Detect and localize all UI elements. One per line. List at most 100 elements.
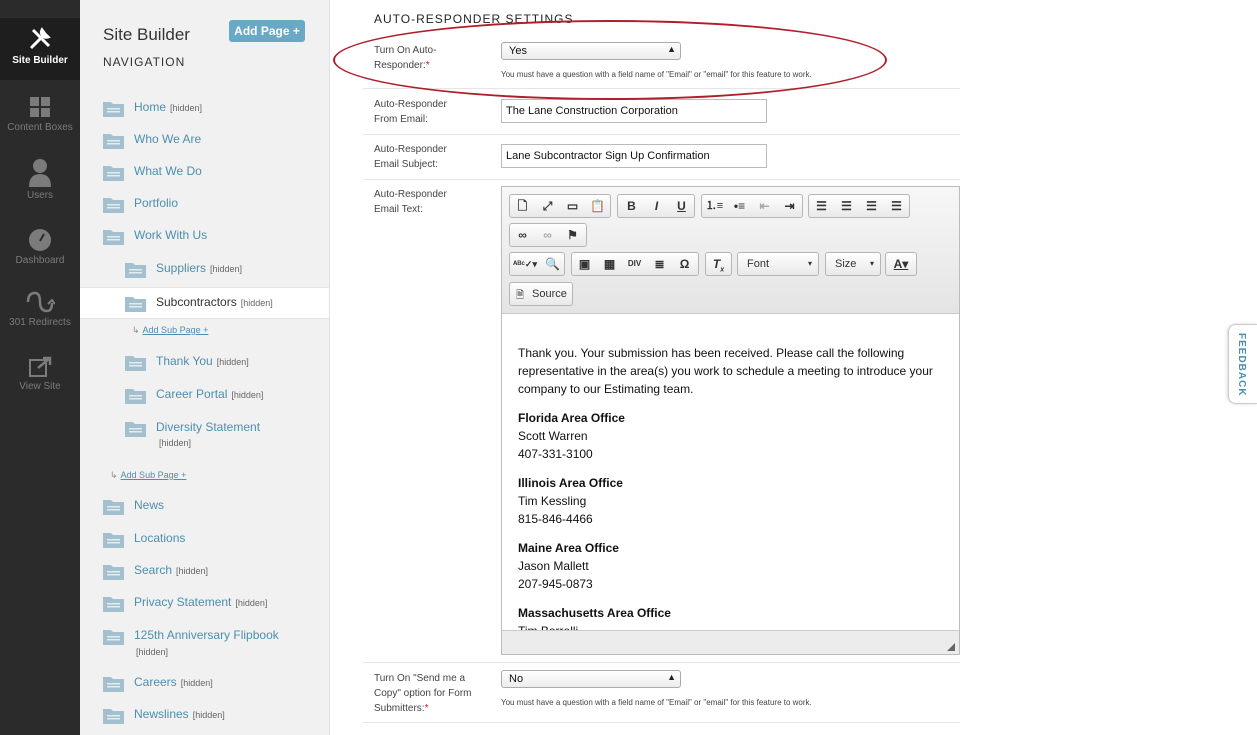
rail-item-view-site[interactable]: View Site	[0, 356, 80, 392]
align-left-icon[interactable]: ☰	[809, 195, 834, 217]
image-icon[interactable]: ▣	[572, 253, 597, 275]
align-center-icon[interactable]: ☰	[834, 195, 859, 217]
table-icon[interactable]: ▦	[597, 253, 622, 275]
bold-icon[interactable]: B	[619, 195, 644, 217]
nav-item-suppliers[interactable]: Suppliers [hidden]	[80, 254, 329, 284]
folder-icon	[103, 102, 124, 117]
divider	[363, 722, 960, 723]
nav-item-career-portal[interactable]: Career Portal [hidden]	[80, 380, 329, 410]
panel-title: Site Builder	[103, 25, 190, 44]
send-copy-select[interactable]: No ▲	[501, 670, 681, 688]
nav-item-label: Career Portal	[156, 387, 228, 401]
nav-item-label: Newslines	[134, 707, 189, 721]
nav-item-locations[interactable]: Locations	[80, 524, 329, 554]
email-subject-input[interactable]: Lane Subcontractor Sign Up Confirmation	[501, 144, 767, 168]
nav-item-careers[interactable]: Careers [hidden]	[80, 668, 329, 698]
nav-item-label: Work With Us	[134, 228, 208, 242]
add-page-button[interactable]: Add Page +	[229, 20, 305, 42]
hidden-badge: [hidden]	[235, 598, 268, 608]
source-icon: 🗎	[516, 290, 525, 301]
folder-icon	[103, 166, 124, 181]
nav-item-what-we-do[interactable]: What We Do	[80, 157, 329, 187]
folder-icon	[103, 500, 124, 515]
nav-item-125th-anniversary-flipbook[interactable]: 125th Anniversary Flipbook [hidden]	[80, 621, 329, 661]
rail-label: View Site	[19, 381, 61, 392]
align-right-icon[interactable]: ☰	[859, 195, 884, 217]
preview-icon[interactable]: ▭	[560, 195, 585, 217]
bulleted-list-icon[interactable]: •≡	[727, 195, 752, 217]
nav-item-search[interactable]: Search [hidden]	[80, 556, 329, 586]
redirect-icon	[26, 291, 55, 313]
nav-item-subcontractors[interactable]: Subcontractors [hidden]	[80, 287, 329, 319]
navigation-heading: NAVIGATION	[103, 55, 186, 69]
toolbar-group-spell: ᴬᴮᶜ✓▾ 🔍	[509, 252, 565, 276]
toolbar-group-links: ∞ ∞ ⚑	[509, 223, 587, 247]
folder-icon	[103, 565, 124, 580]
nav-item-label: Diversity Statement	[156, 420, 261, 434]
add-sub-page-link[interactable]: ↳ Add Sub Page +	[132, 325, 208, 336]
send-copy-label: Turn On "Send me a Copy" option for Form…	[374, 673, 472, 714]
nav-item-diversity-statement[interactable]: Diversity Statement [hidden]	[80, 413, 329, 453]
from-email-input[interactable]: The Lane Construction Corporation	[501, 99, 767, 123]
rail-item-dashboard[interactable]: Dashboard	[0, 228, 80, 266]
anchor-flag-icon[interactable]: ⚑	[560, 224, 585, 246]
remove-format-icon[interactable]: Tx	[706, 253, 731, 275]
editor-content[interactable]: Thank you. Your submission has been rece…	[502, 314, 959, 630]
source-button[interactable]: 🗎 Source	[509, 282, 573, 306]
hidden-badge: [hidden]	[210, 264, 243, 274]
folder-icon	[125, 356, 146, 371]
unlink-icon[interactable]: ∞	[535, 224, 560, 246]
folder-icon	[103, 134, 124, 149]
rail-item-users[interactable]: Users	[0, 157, 80, 201]
nav-item-work-with-us[interactable]: Work With Us	[80, 221, 329, 251]
nav-item-newslines[interactable]: Newslines [hidden]	[80, 700, 329, 730]
rail-item-content-boxes[interactable]: Content Boxes	[0, 95, 80, 133]
nav-item-thank-you[interactable]: Thank You [hidden]	[80, 347, 329, 377]
app-rail: Site Builder Content Boxes Users Dashboa…	[0, 0, 80, 735]
select-caret-icon: ▲	[667, 672, 676, 682]
indent-icon[interactable]: ⇥	[777, 195, 802, 217]
numbered-list-icon[interactable]: ⒈≡	[702, 195, 727, 217]
nav-item-label: News	[134, 498, 165, 512]
link-icon[interactable]: ∞	[510, 224, 535, 246]
nav-item-home[interactable]: Home [hidden]	[80, 93, 329, 123]
spellcheck-icon[interactable]: ᴬᴮᶜ✓▾	[510, 253, 540, 275]
hidden-badge: [hidden]	[170, 103, 203, 113]
rail-label: Site Builder	[12, 55, 68, 66]
rail-item-301-redirects[interactable]: 301 Redirects	[0, 290, 80, 328]
caret-down-icon: ▾	[869, 259, 874, 268]
resize-handle-icon[interactable]	[947, 643, 955, 651]
find-icon[interactable]: 🔍	[540, 253, 565, 275]
maximize-icon[interactable]: ⤢	[535, 195, 560, 217]
nav-item-who-we-are[interactable]: Who We Are	[80, 125, 329, 155]
nav-item-portfolio[interactable]: Portfolio	[80, 189, 329, 219]
paste-icon[interactable]: 📋	[585, 195, 610, 217]
hidden-badge: [hidden]	[176, 566, 209, 576]
feedback-tab[interactable]: FEEDBACK	[1228, 324, 1257, 404]
font-dropdown[interactable]: Font ▾	[737, 252, 819, 276]
rail-item-site-builder[interactable]: Site Builder	[0, 18, 80, 80]
rail-label: Content Boxes	[7, 122, 73, 133]
hidden-badge: [hidden]	[240, 298, 273, 308]
outdent-icon[interactable]: ⇤	[752, 195, 777, 217]
nav-item-label: Locations	[134, 531, 186, 545]
size-dropdown[interactable]: Size ▾	[825, 252, 881, 276]
nav-item-news[interactable]: News	[80, 491, 329, 521]
nav-item-privacy-statement[interactable]: Privacy Statement [hidden]	[80, 588, 329, 618]
italic-icon[interactable]: I	[644, 195, 669, 217]
annotation-oval	[333, 20, 887, 100]
rail-label: Dashboard	[15, 255, 65, 266]
email-text-label: Auto-Responder Email Text:	[374, 189, 447, 215]
nav-item-label: Portfolio	[134, 196, 179, 210]
underline-icon[interactable]: U	[669, 195, 694, 217]
text-color-button[interactable]: A▾	[885, 252, 917, 276]
horizontal-rule-icon[interactable]: ≣	[647, 253, 672, 275]
new-page-icon[interactable]: 🗋	[510, 195, 535, 217]
add-sub-page-link[interactable]: ↳ Add Sub Page +	[110, 470, 186, 481]
rail-label: 301 Redirects	[9, 317, 71, 328]
folder-icon	[103, 230, 124, 245]
hidden-badge: [hidden]	[159, 438, 192, 448]
div-container-icon[interactable]: DIV	[622, 253, 647, 275]
justify-icon[interactable]: ☰	[884, 195, 909, 217]
special-character-icon[interactable]: Ω	[672, 253, 697, 275]
